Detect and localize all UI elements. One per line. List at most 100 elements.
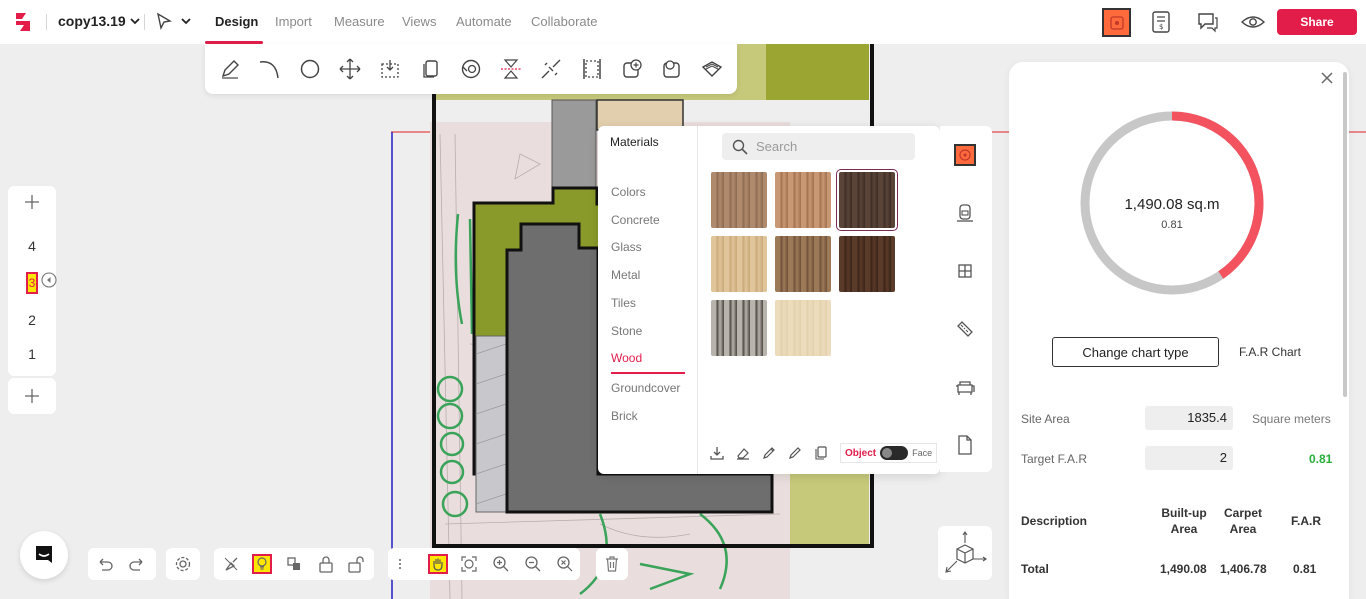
pan-button[interactable] [428, 554, 448, 574]
copy-tool[interactable] [420, 58, 442, 80]
tab-automate[interactable]: Automate [456, 14, 512, 29]
material-swatch-selected[interactable] [836, 169, 898, 231]
view-cube-button[interactable] [938, 526, 992, 580]
cursor-icon [156, 12, 173, 30]
light-button[interactable] [252, 554, 272, 574]
project-name-dropdown[interactable]: copy13.19 [58, 13, 140, 29]
zoom-fit-button[interactable] [555, 554, 575, 574]
object-face-toggle[interactable] [880, 446, 909, 460]
estimate-button[interactable]: $ [1148, 9, 1174, 35]
move-tool[interactable] [339, 58, 361, 80]
project-name: copy13.19 [58, 13, 126, 29]
delete-button[interactable] [602, 554, 622, 574]
floor-item[interactable]: 2 [8, 312, 56, 328]
zoom-in-button[interactable] [491, 554, 511, 574]
circle-tool[interactable] [299, 58, 321, 80]
category-groundcover[interactable]: Groundcover [611, 381, 680, 395]
scrollbar[interactable] [1343, 72, 1347, 397]
far-panel: 1,490.08 sq.m 0.81 Change chart type F.A… [1009, 62, 1349, 599]
palette-tool[interactable] [954, 144, 976, 166]
category-stone[interactable]: Stone [611, 324, 642, 338]
pencil-icon[interactable] [788, 446, 802, 460]
eyedropper-icon[interactable] [762, 446, 776, 460]
pencil-tool[interactable] [219, 58, 241, 80]
floor-item[interactable]: 1 [8, 346, 56, 362]
chat-bubble-icon [36, 546, 52, 563]
document-tool[interactable] [954, 434, 976, 456]
site-area-input[interactable]: 1835.4 [1145, 406, 1233, 430]
rotate-tool[interactable] [460, 58, 482, 80]
select-tool-dropdown[interactable] [155, 12, 191, 30]
change-chart-type-button[interactable]: Change chart type [1052, 337, 1219, 367]
eraser-icon[interactable] [736, 446, 750, 460]
layers-tool[interactable] [701, 58, 723, 80]
pencil-icon [221, 60, 239, 79]
material-swatch[interactable] [711, 300, 767, 356]
arc-tool[interactable] [258, 58, 280, 80]
chevron-down-icon [181, 18, 191, 25]
tab-views[interactable]: Views [402, 14, 436, 29]
material-swatch[interactable] [711, 236, 767, 292]
category-tiles[interactable]: Tiles [611, 296, 636, 310]
category-brick[interactable]: Brick [611, 409, 638, 423]
table-cell-far: 0.81 [1293, 562, 1317, 576]
category-colors[interactable]: Colors [611, 185, 646, 199]
undo-button[interactable] [95, 554, 115, 574]
download-icon[interactable] [710, 446, 724, 460]
clear-brush-button[interactable] [221, 554, 241, 574]
material-swatch[interactable] [775, 236, 831, 292]
add-floor-below-button[interactable] [8, 378, 56, 414]
lock-button[interactable] [316, 554, 336, 574]
add-shape-tool[interactable] [621, 58, 643, 80]
unlock-button[interactable] [347, 554, 367, 574]
tab-collaborate[interactable]: Collaborate [531, 14, 598, 29]
tab-measure[interactable]: Measure [334, 14, 385, 29]
tab-design[interactable]: Design [215, 14, 258, 29]
material-swatch[interactable] [839, 236, 895, 292]
material-search[interactable] [722, 133, 915, 160]
floor-item-active[interactable]: 3 [26, 272, 38, 294]
hand-icon [433, 558, 443, 571]
comments-button[interactable] [1195, 9, 1221, 35]
add-shape-icon [623, 59, 642, 78]
zoom-extents-button[interactable] [459, 554, 479, 574]
door-tool[interactable] [954, 202, 976, 224]
help-chat-button[interactable] [20, 531, 68, 579]
zoom-out-button[interactable] [523, 554, 543, 574]
trim-tool[interactable] [581, 58, 603, 80]
redo-button[interactable] [127, 554, 147, 574]
chat-icon [1198, 13, 1218, 33]
table-header-carpet: Carpet Area [1223, 506, 1262, 536]
settings-button[interactable] [173, 554, 193, 574]
furniture-tool[interactable] [954, 376, 976, 398]
copy-icon[interactable] [814, 446, 828, 460]
table-cell-carpet: 1,406.78 [1220, 562, 1267, 576]
ruler-tool[interactable] [954, 318, 976, 340]
share-button[interactable]: Share [1277, 9, 1357, 35]
category-glass[interactable]: Glass [611, 240, 642, 254]
group-button[interactable] [284, 554, 304, 574]
material-swatch[interactable] [711, 172, 767, 228]
close-panel-button[interactable] [1321, 72, 1333, 84]
more-options-button[interactable] [395, 554, 405, 574]
tab-import[interactable]: Import [275, 14, 312, 29]
edit-shape-tool[interactable] [661, 58, 683, 80]
add-floor-button[interactable] [24, 194, 40, 210]
offset-tool[interactable] [540, 58, 562, 80]
material-swatch[interactable] [775, 172, 831, 228]
target-far-input[interactable]: 2 [1145, 446, 1233, 470]
category-metal[interactable]: Metal [611, 268, 640, 282]
palette-button[interactable] [1102, 8, 1131, 37]
site-area-unit: Square meters [1252, 412, 1331, 426]
window-tool[interactable] [954, 260, 976, 282]
collapse-floor-button[interactable] [41, 272, 57, 288]
floor-item[interactable]: 4 [8, 238, 56, 254]
app-logo-icon[interactable] [12, 10, 36, 34]
preview-button[interactable] [1240, 9, 1266, 35]
category-concrete[interactable]: Concrete [611, 213, 660, 227]
material-swatch[interactable] [775, 300, 831, 356]
mirror-tool[interactable] [500, 58, 522, 80]
transform-tool[interactable] [379, 58, 401, 80]
search-input[interactable] [756, 139, 906, 154]
category-wood[interactable]: Wood [611, 351, 642, 365]
